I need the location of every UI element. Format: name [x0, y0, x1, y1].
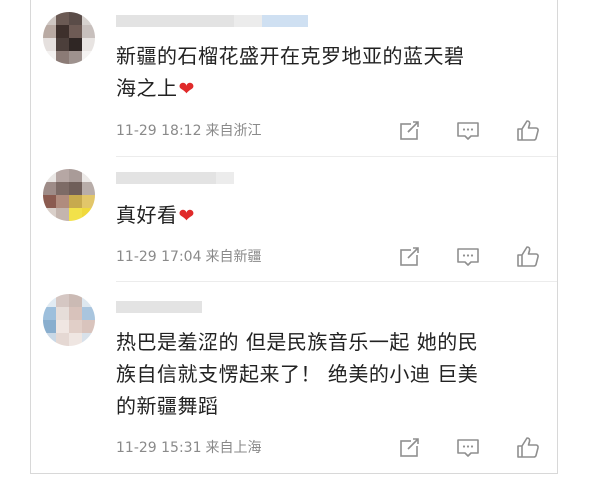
comment-item: 热巴是羞涩的 但是民族音乐一起 她的民 族自信就支愣起来了！ 绝美的小迪 巨美 … — [31, 282, 557, 473]
comment-item: 新疆的石榴花盛开在克罗地亚的蓝天碧 海之上❤ 11-29 18:12 来自浙江 — [31, 0, 557, 156]
comment-text-line: 族自信就支愣起来了！ 绝美的小迪 巨美 — [116, 362, 479, 386]
comment-text-segment: 海之上 — [116, 76, 178, 100]
avatar[interactable] — [43, 169, 95, 221]
comment-icon[interactable] — [455, 244, 481, 270]
username-blurred[interactable] — [116, 171, 234, 185]
comment-actions — [397, 244, 553, 270]
avatar[interactable] — [43, 12, 95, 64]
comment-text: 热巴是羞涩的 但是民族音乐一起 她的民 族自信就支愣起来了！ 绝美的小迪 巨美 … — [116, 326, 536, 422]
comment-text-line: 真好看❤ — [116, 199, 536, 232]
comment-time: 11-29 15:31 — [116, 440, 202, 456]
comment-time: 11-29 17:04 — [116, 249, 202, 265]
username-blurred[interactable] — [116, 300, 202, 314]
share-icon[interactable] — [397, 118, 423, 144]
comment-text: 新疆的石榴花盛开在克罗地亚的蓝天碧 海之上❤ — [116, 40, 536, 105]
comment-meta: 11-29 17:04 来自新疆 — [116, 247, 261, 267]
comment-icon[interactable] — [455, 435, 481, 461]
like-icon[interactable] — [515, 244, 541, 270]
like-icon[interactable] — [515, 118, 541, 144]
comment-text-line: 海之上❤ — [116, 72, 536, 105]
comment-actions — [397, 435, 553, 461]
comment-location: 来自新疆 — [205, 249, 262, 265]
heart-emoji: ❤ — [178, 78, 195, 100]
username-blurred[interactable] — [116, 14, 308, 28]
like-icon[interactable] — [515, 435, 541, 461]
comment-icon[interactable] — [455, 118, 481, 144]
comment-actions — [397, 118, 553, 144]
comment-text-line: 新疆的石榴花盛开在克罗地亚的蓝天碧 — [116, 44, 465, 68]
comment-text-segment: 真好看 — [116, 203, 178, 227]
share-icon[interactable] — [397, 244, 423, 270]
comment-location: 来自浙江 — [205, 123, 262, 139]
comment-text: 真好看❤ — [116, 199, 536, 232]
comment-meta: 11-29 15:31 来自上海 — [116, 438, 261, 458]
avatar[interactable] — [43, 294, 95, 346]
heart-emoji: ❤ — [178, 205, 195, 227]
comment-list: 新疆的石榴花盛开在克罗地亚的蓝天碧 海之上❤ 11-29 18:12来自浙江 — [30, 0, 558, 474]
comment-location: 来自上海 — [205, 440, 262, 456]
comment-meta: 11-29 18:12 来自浙江 — [116, 121, 261, 141]
comment-time: 11-29 18:12 — [116, 123, 202, 139]
share-icon[interactable] — [397, 435, 423, 461]
comment-item: 真好看❤ 11-29 17:04 来自新疆 — [31, 157, 557, 281]
comment-text-line: 的新疆舞蹈 — [116, 394, 219, 418]
comment-text-line: 热巴是羞涩的 但是民族音乐一起 她的民 — [116, 330, 479, 354]
